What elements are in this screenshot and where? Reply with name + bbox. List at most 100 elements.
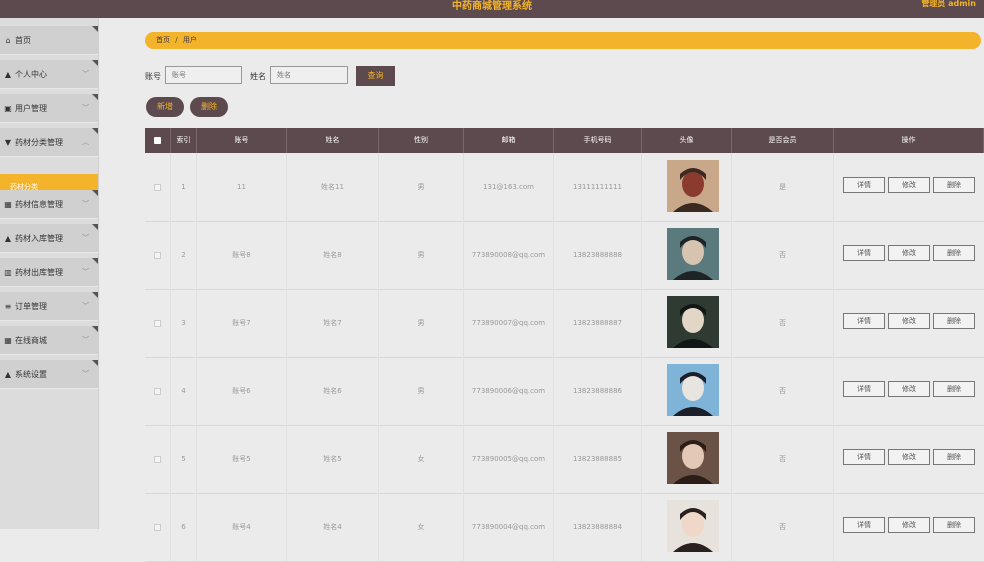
admin-user[interactable]: 管理员 admin bbox=[921, 0, 976, 9]
sidebar-item-0[interactable]: ⌂ 首页 bbox=[0, 26, 98, 55]
edit-button[interactable]: 修改 bbox=[888, 517, 930, 533]
user-icon: ▲ bbox=[4, 69, 12, 79]
header-col-5: 手机号码 bbox=[554, 128, 642, 153]
breadcrumb-home[interactable]: 首页 bbox=[156, 36, 170, 44]
shop-grid-icon: ▦ bbox=[4, 335, 12, 345]
delete-button[interactable]: 删除 bbox=[933, 449, 975, 465]
edit-button[interactable]: 修改 bbox=[888, 245, 930, 261]
delete-button[interactable]: 删除 bbox=[933, 177, 975, 193]
cell-member: 否 bbox=[732, 425, 834, 493]
corner-decoration-icon bbox=[92, 292, 98, 298]
delete-button[interactable]: 删除 bbox=[933, 381, 975, 397]
sidebar-item-label: 药材信息管理 bbox=[15, 199, 63, 209]
add-button[interactable]: 新增 bbox=[146, 97, 184, 117]
chevron-down-icon: ﹀ bbox=[82, 104, 89, 112]
header-select-all[interactable] bbox=[145, 128, 171, 153]
cell-index: 2 bbox=[171, 221, 197, 289]
cell-account: 账号4 bbox=[197, 493, 287, 561]
cell-phone: 13111111111 bbox=[554, 153, 642, 221]
sidebar-item-label: 药材分类管理 bbox=[15, 137, 63, 147]
user-avatar-image bbox=[667, 296, 719, 348]
chevron-down-icon: ﹀ bbox=[82, 268, 89, 276]
sidebar-item-6[interactable]: ▥ 药材出库管理 ﹀ bbox=[0, 258, 98, 287]
settings-user-icon: ▲ bbox=[4, 369, 12, 379]
account-search-input[interactable] bbox=[165, 66, 242, 84]
cell-index: 3 bbox=[171, 289, 197, 357]
detail-button[interactable]: 详情 bbox=[843, 381, 885, 397]
detail-button[interactable]: 详情 bbox=[843, 313, 885, 329]
edit-button[interactable]: 修改 bbox=[888, 449, 930, 465]
chevron-down-icon: ﹀ bbox=[82, 70, 89, 78]
cell-name: 姓名5 bbox=[287, 425, 379, 493]
cell-gender: 男 bbox=[379, 153, 464, 221]
row-checkbox[interactable] bbox=[154, 252, 161, 259]
header-col-2: 姓名 bbox=[287, 128, 379, 153]
app-title: 中药商城管理系统 bbox=[452, 1, 532, 12]
cell-email: 773890004@qq.com bbox=[464, 493, 554, 561]
select-all-checkbox[interactable] bbox=[154, 137, 161, 144]
sidebar-item-5[interactable]: ▲ 药材入库管理 ﹀ bbox=[0, 224, 98, 253]
row-checkbox[interactable] bbox=[154, 388, 161, 395]
cell-gender: 男 bbox=[379, 357, 464, 425]
cell-email: 773890008@qq.com bbox=[464, 221, 554, 289]
sidebar-item-3[interactable]: ▼ 药材分类管理 ︿ bbox=[0, 128, 98, 157]
cell-phone: 13823888887 bbox=[554, 289, 642, 357]
row-checkbox[interactable] bbox=[154, 456, 161, 463]
header-col-6: 头像 bbox=[642, 128, 732, 153]
delete-button[interactable]: 删除 bbox=[933, 245, 975, 261]
row-checkbox[interactable] bbox=[154, 184, 161, 191]
corner-decoration-icon bbox=[92, 224, 98, 230]
table-row: 4 账号6 姓名6 男 773890006@qq.com 13823888886 否详情 修改… bbox=[145, 357, 984, 426]
corner-decoration-icon bbox=[92, 26, 98, 32]
sidebar-item-8[interactable]: ▦ 在线商城 ﹀ bbox=[0, 326, 98, 355]
cell-phone: 13823888888 bbox=[554, 221, 642, 289]
detail-button[interactable]: 详情 bbox=[843, 177, 885, 193]
delete-button[interactable]: 删除 bbox=[933, 517, 975, 533]
row-select-cell bbox=[145, 357, 171, 425]
table-row: 1 11 姓名11 男 131@163.com 13111111111 是详情 修改 删除 bbox=[145, 153, 984, 222]
bar-chart-icon: ▥ bbox=[4, 267, 12, 277]
sidebar-item-7[interactable]: ≡ 订单管理 ﹀ bbox=[0, 292, 98, 321]
corner-decoration-icon bbox=[92, 128, 98, 134]
cell-phone: 13823888884 bbox=[554, 493, 642, 561]
sidebar-item-9[interactable]: ▲ 系统设置 ﹀ bbox=[0, 360, 98, 389]
row-checkbox[interactable] bbox=[154, 320, 161, 327]
delete-button[interactable]: 删除 bbox=[933, 313, 975, 329]
edit-button[interactable]: 修改 bbox=[888, 313, 930, 329]
query-button[interactable]: 查询 bbox=[356, 66, 395, 86]
table-row: 6 账号4 姓名4 女 773890004@qq.com 13823888884 否详情 修改… bbox=[145, 493, 984, 562]
cell-member: 否 bbox=[732, 493, 834, 561]
cell-member: 否 bbox=[732, 221, 834, 289]
top-bar: 中药商城管理系统 管理员 admin bbox=[0, 0, 984, 18]
cell-email: 773890006@qq.com bbox=[464, 357, 554, 425]
edit-button[interactable]: 修改 bbox=[888, 177, 930, 193]
cell-account: 账号6 bbox=[197, 357, 287, 425]
name-label: 姓名 bbox=[250, 72, 266, 81]
name-search-input[interactable] bbox=[270, 66, 348, 84]
sidebar-item-label: 用户管理 bbox=[15, 103, 47, 113]
corner-decoration-icon bbox=[92, 94, 98, 100]
header-col-3: 性别 bbox=[379, 128, 464, 153]
cell-account: 账号5 bbox=[197, 425, 287, 493]
chevron-down-icon: ﹀ bbox=[82, 336, 89, 344]
breadcrumb: 首页 / 用户 bbox=[145, 32, 981, 49]
sidebar-item-1[interactable]: ▲ 个人中心 ﹀ bbox=[0, 60, 98, 89]
detail-button[interactable]: 详情 bbox=[843, 517, 885, 533]
batch-delete-button[interactable]: 删除 bbox=[190, 97, 228, 117]
user-avatar-image bbox=[667, 364, 719, 416]
header-col-8: 操作 bbox=[834, 128, 984, 153]
row-select-cell bbox=[145, 153, 171, 221]
user-avatar-image bbox=[667, 500, 719, 552]
detail-button[interactable]: 详情 bbox=[843, 449, 885, 465]
edit-button[interactable]: 修改 bbox=[888, 381, 930, 397]
breadcrumb-separator: / bbox=[175, 36, 178, 44]
detail-button[interactable]: 详情 bbox=[843, 245, 885, 261]
row-select-cell bbox=[145, 289, 171, 357]
sidebar-item-2[interactable]: ▣ 用户管理 ﹀ bbox=[0, 94, 98, 123]
sidebar-item-4[interactable]: ▦ 药材信息管理 ﹀ bbox=[0, 190, 98, 219]
cell-index: 1 bbox=[171, 153, 197, 221]
corner-decoration-icon bbox=[92, 326, 98, 332]
cell-gender: 女 bbox=[379, 425, 464, 493]
row-checkbox[interactable] bbox=[154, 524, 161, 531]
cell-index: 4 bbox=[171, 357, 197, 425]
